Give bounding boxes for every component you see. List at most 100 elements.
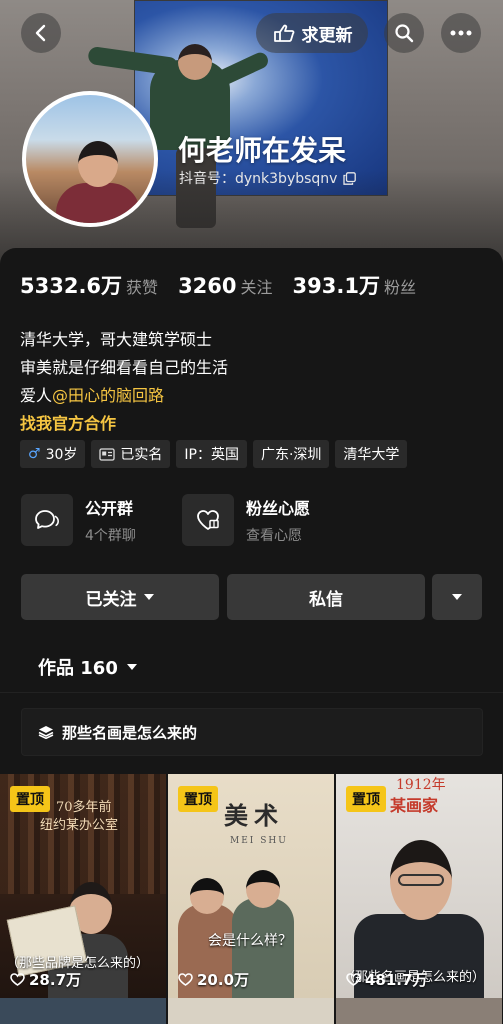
pinned-badge: 置顶 [178, 786, 218, 812]
fans-count: 393.1万 [292, 274, 380, 298]
recommend-dropdown-button[interactable] [432, 574, 482, 620]
collection-label: 那些名画是怎么来的 [62, 723, 198, 742]
stat-following[interactable]: 3260 关注 [178, 274, 272, 298]
avatar[interactable] [22, 91, 158, 227]
fan-wish-title: 粉丝心愿 [246, 499, 311, 518]
heart-icon [346, 973, 361, 986]
public-group-count: 4个群聊 [85, 528, 136, 544]
layers-icon [38, 726, 54, 739]
tag-school-label: 清华大学 [343, 447, 400, 463]
figure-right-head [246, 870, 280, 908]
caret-down-icon [126, 664, 137, 670]
video-thumbnail[interactable]: 置顶 1912年 某画家 （那些名画是怎么来的） 481.7万 [336, 774, 502, 998]
video-thumbnail[interactable] [336, 998, 502, 1024]
video-caption: 1912年 [396, 777, 446, 793]
message-label: 私信 [309, 589, 343, 610]
video-likes: 481.7万 [346, 969, 427, 990]
tag-location: 广东·深圳 [252, 440, 330, 468]
username: 何老师在发呆 [178, 134, 347, 167]
message-button[interactable]: 私信 [227, 574, 425, 620]
video-caption: 某画家 [390, 796, 439, 815]
public-group-text: 公开群 4个群聊 [85, 495, 136, 545]
back-button[interactable] [21, 13, 61, 53]
search-button[interactable] [384, 13, 424, 53]
tag-verified: 已实名 [91, 440, 171, 468]
bio-line-prefix: 爱人 [20, 386, 53, 405]
video-likes-count: 481.7万 [365, 971, 428, 989]
video-likes-count: 20.0万 [197, 971, 250, 989]
bio-line: 清华大学，哥大建筑学硕士 [20, 330, 213, 349]
collection-entry[interactable]: 那些名画是怎么来的 [21, 708, 483, 756]
tag-ip: IP：英国 [176, 440, 247, 468]
video-caption-roman: MEI SHU [230, 836, 288, 846]
heart-gift-icon [182, 494, 234, 546]
video-grid-next-row [0, 998, 503, 1024]
tag-row: ♂ 30岁 已实名 IP：英国 广东·深圳 清华大学 [20, 440, 408, 468]
video-thumbnail[interactable] [168, 998, 334, 1024]
caret-down-icon [143, 594, 154, 600]
stat-fans[interactable]: 393.1万 粉丝 [293, 270, 416, 300]
stat-likes: 5332.6万 获赞 [20, 270, 158, 300]
heart-icon [10, 973, 25, 986]
fan-wish-entry[interactable]: 粉丝心愿 查看心愿 [182, 494, 310, 546]
profile-panel: 5332.6万 获赞 3260 关注 393.1万 粉丝 清华大学，哥大建筑学硕士 审… [0, 248, 503, 1024]
fan-wish-sub: 查看心愿 [246, 528, 302, 544]
bio: 清华大学，哥大建筑学硕士 审美就是仔细看看自己的生活 爱人@田心的脑回路 找我官… [20, 326, 228, 438]
request-update-button[interactable]: 求更新 [256, 13, 368, 53]
copy-icon [343, 171, 357, 185]
video-thumbnail[interactable]: 置顶 70多年前 纽约某办公室 （那些品牌是怎么来的） 28.7万 [0, 774, 166, 998]
likes-count: 5332.6万 [20, 274, 123, 298]
tag-ip-label: IP：英国 [184, 447, 239, 463]
video-likes-count: 28.7万 [29, 971, 82, 989]
pinned-badge: 置顶 [10, 786, 50, 812]
followed-button[interactable]: 已关注 [21, 574, 219, 620]
mention-link[interactable]: @田心的脑回路 [52, 386, 164, 405]
video-likes: 28.7万 [10, 969, 81, 990]
video-subtitle: 会是什么样？ [208, 933, 292, 949]
request-update-label: 求更新 [301, 25, 353, 46]
id-card-icon [99, 447, 116, 461]
public-group-entry[interactable]: 公开群 4个群聊 [21, 494, 136, 546]
video-thumbnail[interactable] [0, 998, 166, 1024]
pinned-badge: 置顶 [346, 786, 386, 812]
stats-row: 5332.6万 获赞 3260 关注 393.1万 粉丝 [20, 270, 416, 300]
tag-age: ♂ 30岁 [20, 440, 86, 468]
avatar-body [56, 183, 140, 223]
hand-point-icon [273, 24, 294, 42]
tab-works-label: 作品 160 [38, 658, 118, 679]
bio-line: 审美就是仔细看看自己的生活 [20, 358, 229, 377]
fans-label: 粉丝 [383, 278, 416, 297]
video-caption: 美术 [224, 801, 284, 830]
video-thumbnail[interactable]: 置顶 美术 MEI SHU 会是什么样？ 20.0万 [168, 774, 334, 998]
video-likes: 20.0万 [178, 969, 249, 990]
tab-works[interactable]: 作品 160 [38, 654, 138, 680]
group-chat-icon [21, 494, 73, 546]
tag-verified-label: 已实名 [120, 447, 163, 463]
likes-label: 获赞 [126, 278, 159, 297]
heart-icon [178, 973, 193, 986]
male-icon: ♂ [28, 446, 41, 462]
following-count: 3260 [178, 274, 237, 298]
fan-wish-text: 粉丝心愿 查看心愿 [246, 495, 310, 545]
search-icon [395, 24, 414, 43]
cooperation-link[interactable]: 找我官方合作 [20, 410, 228, 438]
video-caption: 70多年前 [56, 800, 112, 815]
avatar-head [78, 141, 118, 187]
figure-left-head [190, 878, 224, 914]
followed-label: 已关注 [85, 589, 137, 610]
douyin-id[interactable]: 抖音号：dynk3bybsqnv [179, 168, 357, 188]
public-group-title: 公开群 [85, 499, 134, 518]
divider [0, 692, 503, 693]
more-button[interactable] [441, 13, 481, 53]
glasses [398, 874, 444, 886]
bio-line: 爱人@田心的脑回路 [20, 382, 228, 410]
douyin-id-text: 抖音号：dynk3bybsqnv [179, 171, 338, 187]
video-caption: 纽约某办公室 [40, 818, 119, 833]
chevron-left-icon [35, 24, 46, 42]
tag-location-label: 广东·深圳 [260, 447, 322, 463]
more-dots-icon [450, 30, 472, 36]
tag-school[interactable]: 清华大学 [335, 440, 408, 468]
banner-person-head [178, 44, 212, 80]
caret-down-icon [452, 594, 462, 600]
following-label: 关注 [240, 278, 273, 297]
